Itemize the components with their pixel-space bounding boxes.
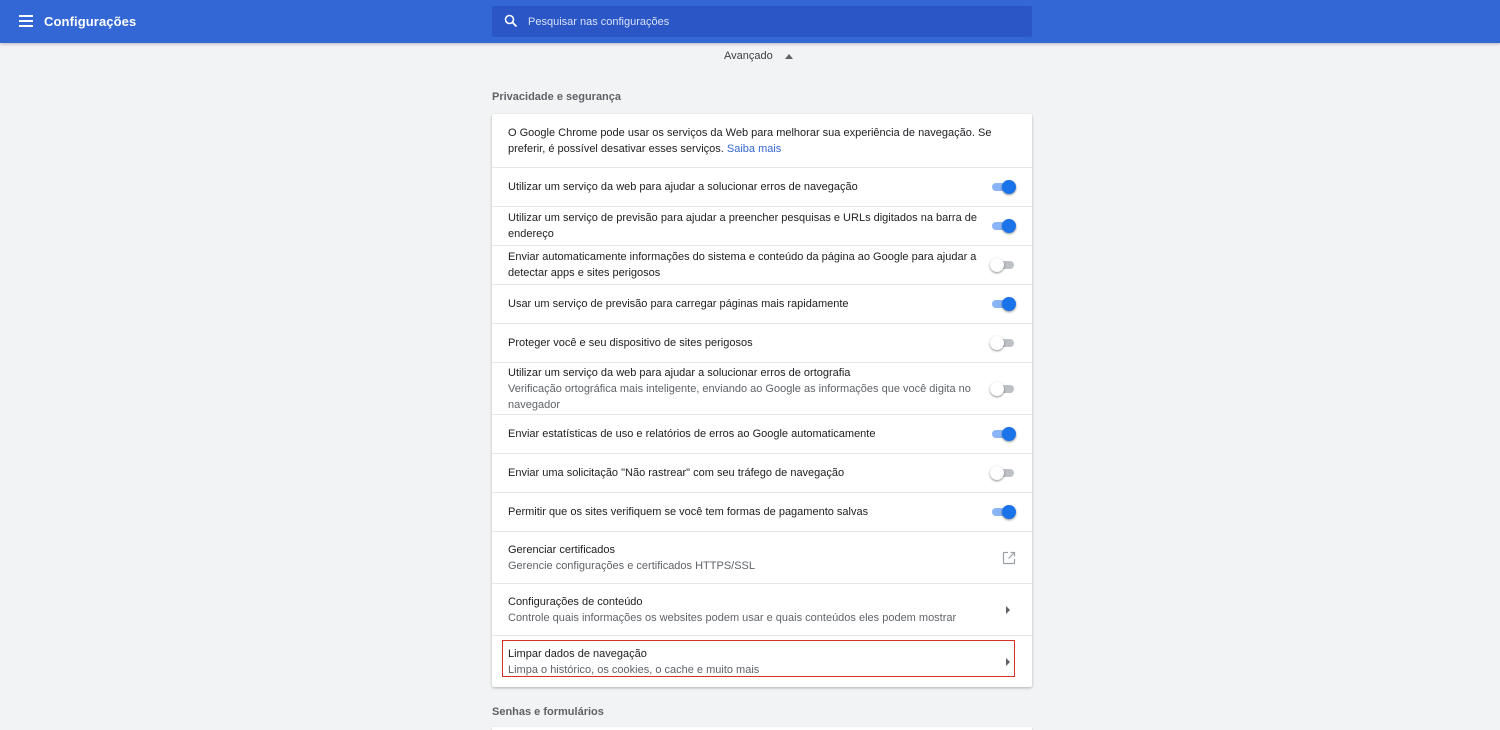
advanced-toggle[interactable]: Avançado bbox=[724, 50, 793, 62]
setting-label: Enviar automaticamente informações do si… bbox=[508, 251, 977, 279]
setting-label: Proteger você e seu dispositivo de sites… bbox=[508, 337, 753, 349]
open-in-new-icon[interactable] bbox=[1002, 551, 1016, 565]
privacy-card: O Google Chrome pode usar os serviços da… bbox=[492, 114, 1032, 687]
setting-row-payment-methods[interactable]: Permitir que os sites verifiquem se você… bbox=[492, 492, 1032, 531]
setting-sublabel: Verificação ortográfica mais inteligente… bbox=[508, 382, 971, 411]
arrow-up-icon bbox=[784, 53, 793, 59]
navigation-errors-toggle[interactable] bbox=[990, 180, 1016, 194]
advanced-label: Avançado bbox=[724, 50, 773, 62]
preload-pages-toggle[interactable] bbox=[990, 297, 1016, 311]
setting-label: Usar um serviço de previsão para carrega… bbox=[508, 298, 849, 310]
content-settings-row[interactable]: Configurações de conteúdo Controle quais… bbox=[492, 583, 1032, 635]
menu-icon[interactable] bbox=[18, 13, 34, 29]
setting-row-do-not-track[interactable]: Enviar uma solicitação "Não rastrear" co… bbox=[492, 453, 1032, 492]
setting-label: Permitir que os sites verifiquem se você… bbox=[508, 506, 869, 518]
setting-row-spelling[interactable]: Utilizar um serviço da web para ajudar a… bbox=[492, 362, 1032, 414]
setting-sublabel: Controle quais informações os websites p… bbox=[508, 611, 957, 624]
setting-label: Utilizar um serviço de previsão para aju… bbox=[508, 212, 977, 240]
chevron-right-icon[interactable] bbox=[1006, 657, 1010, 666]
clear-browsing-data-row[interactable]: Limpar dados de navegação Limpa o histór… bbox=[492, 635, 1032, 687]
usage-stats-toggle[interactable] bbox=[990, 427, 1016, 441]
safe-browsing-toggle[interactable] bbox=[990, 336, 1016, 350]
setting-label: Limpar dados de navegação bbox=[508, 647, 647, 660]
chevron-right-icon[interactable] bbox=[1006, 605, 1010, 614]
setting-label: Utilizar um serviço da web para ajudar a… bbox=[508, 181, 858, 193]
manage-certificates-row[interactable]: Gerenciar certificados Gerencie configur… bbox=[492, 531, 1032, 583]
learn-more-link[interactable]: Saiba mais bbox=[727, 143, 781, 155]
setting-row-usage-stats[interactable]: Enviar estatísticas de uso e relatórios … bbox=[492, 414, 1032, 453]
page-title: Configurações bbox=[44, 14, 137, 29]
setting-row-preload-pages[interactable]: Usar um serviço de previsão para carrega… bbox=[492, 284, 1032, 323]
setting-row-navigation-errors[interactable]: Utilizar um serviço da web para ajudar a… bbox=[492, 167, 1032, 206]
setting-label: Enviar estatísticas de uso e relatórios … bbox=[508, 428, 876, 440]
setting-row-safe-browsing[interactable]: Proteger você e seu dispositivo de sites… bbox=[492, 323, 1032, 362]
setting-row-send-system-info[interactable]: Enviar automaticamente informações do si… bbox=[492, 245, 1032, 284]
do-not-track-toggle[interactable] bbox=[990, 466, 1016, 480]
spelling-toggle[interactable] bbox=[990, 381, 1016, 396]
search-box[interactable] bbox=[492, 6, 1032, 37]
payment-methods-toggle[interactable] bbox=[990, 505, 1016, 519]
setting-label: Utilizar um serviço da web para ajudar a… bbox=[508, 366, 851, 379]
section-title-passwords: Senhas e formulários bbox=[492, 706, 604, 718]
setting-row-prediction-search[interactable]: Utilizar um serviço de previsão para aju… bbox=[492, 206, 1032, 245]
setting-label: Configurações de conteúdo bbox=[508, 595, 643, 608]
privacy-intro: O Google Chrome pode usar os serviços da… bbox=[492, 114, 1032, 167]
setting-sublabel: Limpa o histórico, os cookies, o cache e… bbox=[508, 663, 760, 676]
search-input[interactable] bbox=[528, 6, 1018, 37]
prediction-search-toggle[interactable] bbox=[990, 219, 1016, 233]
setting-sublabel: Gerencie configurações e certificados HT… bbox=[508, 559, 756, 572]
setting-label: Enviar uma solicitação "Não rastrear" co… bbox=[508, 467, 845, 479]
setting-label: Gerenciar certificados bbox=[508, 543, 615, 556]
send-system-info-toggle[interactable] bbox=[990, 258, 1016, 272]
search-icon bbox=[504, 14, 518, 28]
section-title-privacy: Privacidade e segurança bbox=[492, 91, 622, 103]
top-bar: Configurações bbox=[0, 0, 1500, 43]
